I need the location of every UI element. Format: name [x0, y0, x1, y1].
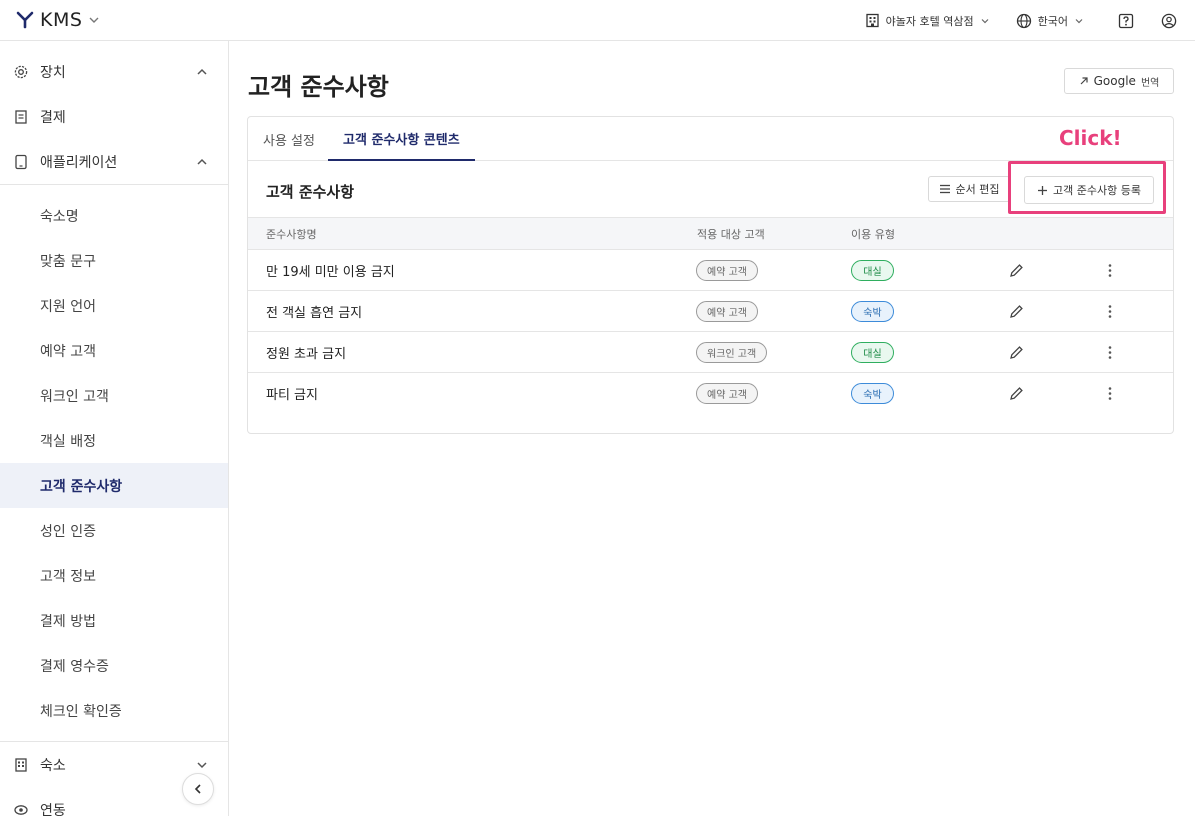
building-icon [13, 757, 29, 773]
hotel-selector[interactable]: 야놀자 호텔 역삼점 [865, 13, 990, 29]
click-annotation: Click! [1059, 126, 1122, 150]
target-badge: 워크인 고객 [696, 342, 768, 363]
page-title: 고객 준수사항 [248, 73, 389, 101]
rule-name: 정원 초과 금지 [266, 347, 347, 362]
more-vertical-icon[interactable] [1103, 385, 1117, 402]
edit-icon[interactable] [1008, 344, 1025, 361]
tablet-icon [13, 154, 29, 170]
add-compliance-button[interactable]: 고객 준수사항 등록 [1024, 176, 1154, 204]
main-content: 고객 준수사항 Google 번역 사용 설정 고객 준수사항 콘텐츠 Clic… [229, 41, 1195, 816]
sidebar-item-label: 숙소 [40, 757, 66, 774]
tab-bar: 사용 설정 고객 준수사항 콘텐츠 [248, 117, 1173, 161]
chevron-down-icon [197, 761, 207, 768]
sidebar-subitem[interactable]: 결제 영수증 [0, 643, 228, 688]
column-header-name: 준수사항명 [266, 227, 317, 241]
collapse-sidebar-button[interactable] [182, 773, 214, 805]
order-edit-label: 순서 편집 [955, 183, 1000, 196]
external-arrow-icon [1080, 77, 1088, 85]
language-label: 한국어 [1037, 14, 1068, 28]
target-badge: 예약 고객 [696, 301, 758, 322]
type-badge: 대실 [851, 260, 894, 281]
tab-usage-settings[interactable]: 사용 설정 [248, 117, 330, 161]
sidebar-subitem[interactable]: 결제 방법 [0, 598, 228, 643]
user-icon [1161, 13, 1177, 28]
sidebar: 장치 결제 애플리케이션 숙소명 맞춤 문구 지원 언어 예약 고객 워크인 고… [0, 41, 229, 819]
logo-icon [16, 11, 34, 29]
edit-icon[interactable] [1008, 385, 1025, 402]
edit-icon[interactable] [1008, 262, 1025, 279]
account-button[interactable] [1161, 13, 1177, 29]
sidebar-item-label: 결제 [40, 109, 66, 126]
column-header-target: 적용 대상 고객 [697, 227, 765, 241]
chevron-down-icon [89, 17, 99, 23]
translate-label: 번역 [1140, 77, 1160, 89]
brand-switcher[interactable]: KMS [16, 9, 100, 31]
link-icon [13, 802, 29, 818]
type-badge: 대실 [851, 342, 894, 363]
chevron-left-icon [194, 784, 201, 794]
building-icon [866, 13, 879, 28]
content-card: 사용 설정 고객 준수사항 콘텐츠 Click! 고객 준수사항 순서 편집 고… [247, 116, 1174, 434]
help-button[interactable] [1118, 13, 1134, 29]
sidebar-subitem[interactable]: 지원 언어 [0, 283, 228, 328]
chevron-up-icon [197, 68, 207, 75]
sidebar-item-payment[interactable]: 결제 [0, 94, 228, 139]
more-vertical-icon[interactable] [1103, 344, 1117, 361]
section-title: 고객 준수사항 [266, 183, 355, 201]
plus-icon [1038, 185, 1048, 195]
rule-name: 파티 금지 [266, 388, 318, 403]
gear-icon [13, 64, 29, 80]
globe-icon [1016, 13, 1031, 28]
sidebar-item-application[interactable]: 애플리케이션 [0, 139, 228, 184]
order-edit-button[interactable]: 순서 편집 [928, 176, 1010, 202]
add-compliance-label: 고객 준수사항 등록 [1053, 184, 1141, 197]
target-badge: 예약 고객 [696, 383, 758, 404]
sidebar-subitem[interactable]: 체크인 확인증 [0, 688, 228, 733]
sidebar-subitem[interactable]: 성인 인증 [0, 508, 228, 553]
receipt-icon [13, 109, 29, 125]
top-bar: KMS 야놀자 호텔 역삼점 한국어 [0, 0, 1195, 41]
sidebar-subitem[interactable]: 워크인 고객 [0, 373, 228, 418]
table-row[interactable]: 파티 금지 예약 고객 숙박 [248, 373, 1173, 414]
help-icon [1118, 13, 1134, 28]
language-selector[interactable]: 한국어 [1016, 13, 1084, 29]
edit-icon[interactable] [1008, 303, 1025, 320]
chevron-down-icon [981, 18, 989, 23]
chevron-up-icon [197, 158, 207, 165]
table-header: 준수사항명 적용 대상 고객 이용 유형 [248, 217, 1173, 250]
sidebar-item-device[interactable]: 장치 [0, 49, 228, 94]
more-vertical-icon[interactable] [1103, 303, 1117, 320]
sidebar-subitem[interactable]: 고객 정보 [0, 553, 228, 598]
hotel-name: 야놀자 호텔 역삼점 [885, 14, 974, 28]
table-row[interactable]: 만 19세 미만 이용 금지 예약 고객 대실 [248, 250, 1173, 291]
type-badge: 숙박 [851, 383, 894, 404]
sidebar-subitem[interactable]: 숙소명 [0, 193, 228, 238]
rule-name: 전 객실 흡연 금지 [266, 306, 363, 321]
menu-lines-icon [939, 184, 950, 194]
table-row[interactable]: 전 객실 흡연 금지 예약 고객 숙박 [248, 291, 1173, 332]
tab-compliance-content[interactable]: 고객 준수사항 콘텐츠 [328, 117, 475, 161]
sidebar-subitem-active[interactable]: 고객 준수사항 [0, 463, 228, 508]
google-label: Google [1093, 74, 1136, 88]
brand-name: KMS [40, 9, 83, 31]
type-badge: 숙박 [851, 301, 894, 322]
sidebar-subitem[interactable]: 객실 배정 [0, 418, 228, 463]
sidebar-subitem[interactable]: 맞춤 문구 [0, 238, 228, 283]
google-translate-button[interactable]: Google 번역 [1064, 68, 1174, 94]
sidebar-item-label: 애플리케이션 [40, 154, 118, 171]
rule-name: 만 19세 미만 이용 금지 [266, 265, 395, 280]
sidebar-item-label: 장치 [40, 64, 66, 81]
divider [0, 184, 228, 185]
table-row[interactable]: 정원 초과 금지 워크인 고객 대실 [248, 332, 1173, 373]
sidebar-subitem[interactable]: 예약 고객 [0, 328, 228, 373]
target-badge: 예약 고객 [696, 260, 758, 281]
column-header-type: 이용 유형 [851, 227, 895, 241]
more-vertical-icon[interactable] [1103, 262, 1117, 279]
chevron-down-icon [1075, 18, 1083, 23]
sidebar-item-label: 연동 [40, 802, 66, 819]
